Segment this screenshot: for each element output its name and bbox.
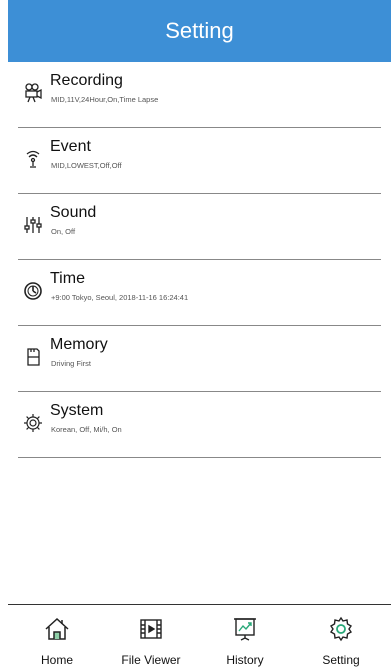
chart-board-icon — [231, 615, 259, 643]
video-camera-icon — [22, 82, 44, 104]
page-title: Setting — [165, 18, 234, 43]
setting-system[interactable]: System Korean, Off, Mi/h, On — [8, 392, 391, 458]
tab-history[interactable]: History — [205, 605, 285, 670]
gear-icon — [327, 615, 355, 643]
tab-setting[interactable]: Setting — [301, 605, 381, 670]
system-gear-icon — [22, 412, 44, 434]
setting-sound[interactable]: Sound On, Off — [8, 194, 391, 260]
setting-summary: On, Off — [51, 227, 76, 236]
film-icon — [137, 615, 165, 643]
tab-label: Home — [40, 653, 73, 667]
setting-summary: Driving First — [51, 359, 92, 368]
tab-home[interactable]: Home — [17, 605, 97, 670]
setting-summary: +9:00 Tokyo, Seoul, 2018-11-16 16:24:41 — [51, 293, 189, 302]
app-frame: Setting Recording MID,11V,24Hour,On,Time… — [8, 0, 391, 670]
tab-label: History — [226, 653, 264, 667]
clock-icon — [22, 280, 44, 302]
tab-file-viewer[interactable]: File Viewer — [111, 605, 191, 670]
home-icon — [43, 615, 71, 643]
setting-title: System — [50, 402, 104, 419]
setting-title: Event — [50, 138, 91, 155]
header-bar: Setting — [8, 0, 391, 62]
event-sensor-icon — [22, 148, 44, 170]
divider — [18, 457, 381, 458]
setting-recording[interactable]: Recording MID,11V,24Hour,On,Time Lapse — [8, 62, 391, 128]
setting-title: Recording — [50, 72, 123, 89]
settings-list: Recording MID,11V,24Hour,On,Time Lapse E… — [8, 62, 391, 458]
memory-card-icon — [22, 346, 44, 368]
setting-time[interactable]: Time +9:00 Tokyo, Seoul, 2018-11-16 16:2… — [8, 260, 391, 326]
bottom-tab-bar: Home File Viewer History Setting — [8, 604, 391, 670]
tab-label: Setting — [322, 653, 360, 667]
setting-title: Sound — [50, 204, 97, 221]
sound-sliders-icon — [22, 214, 44, 236]
tab-label: File Viewer — [121, 653, 181, 667]
setting-summary: Korean, Off, Mi/h, On — [51, 425, 122, 434]
setting-summary: MID,LOWEST,Off,Off — [51, 161, 122, 170]
setting-summary: MID,11V,24Hour,On,Time Lapse — [51, 95, 159, 104]
setting-memory[interactable]: Memory Driving First — [8, 326, 391, 392]
setting-title: Memory — [50, 336, 108, 353]
setting-event[interactable]: Event MID,LOWEST,Off,Off — [8, 128, 391, 194]
setting-title: Time — [50, 270, 85, 287]
